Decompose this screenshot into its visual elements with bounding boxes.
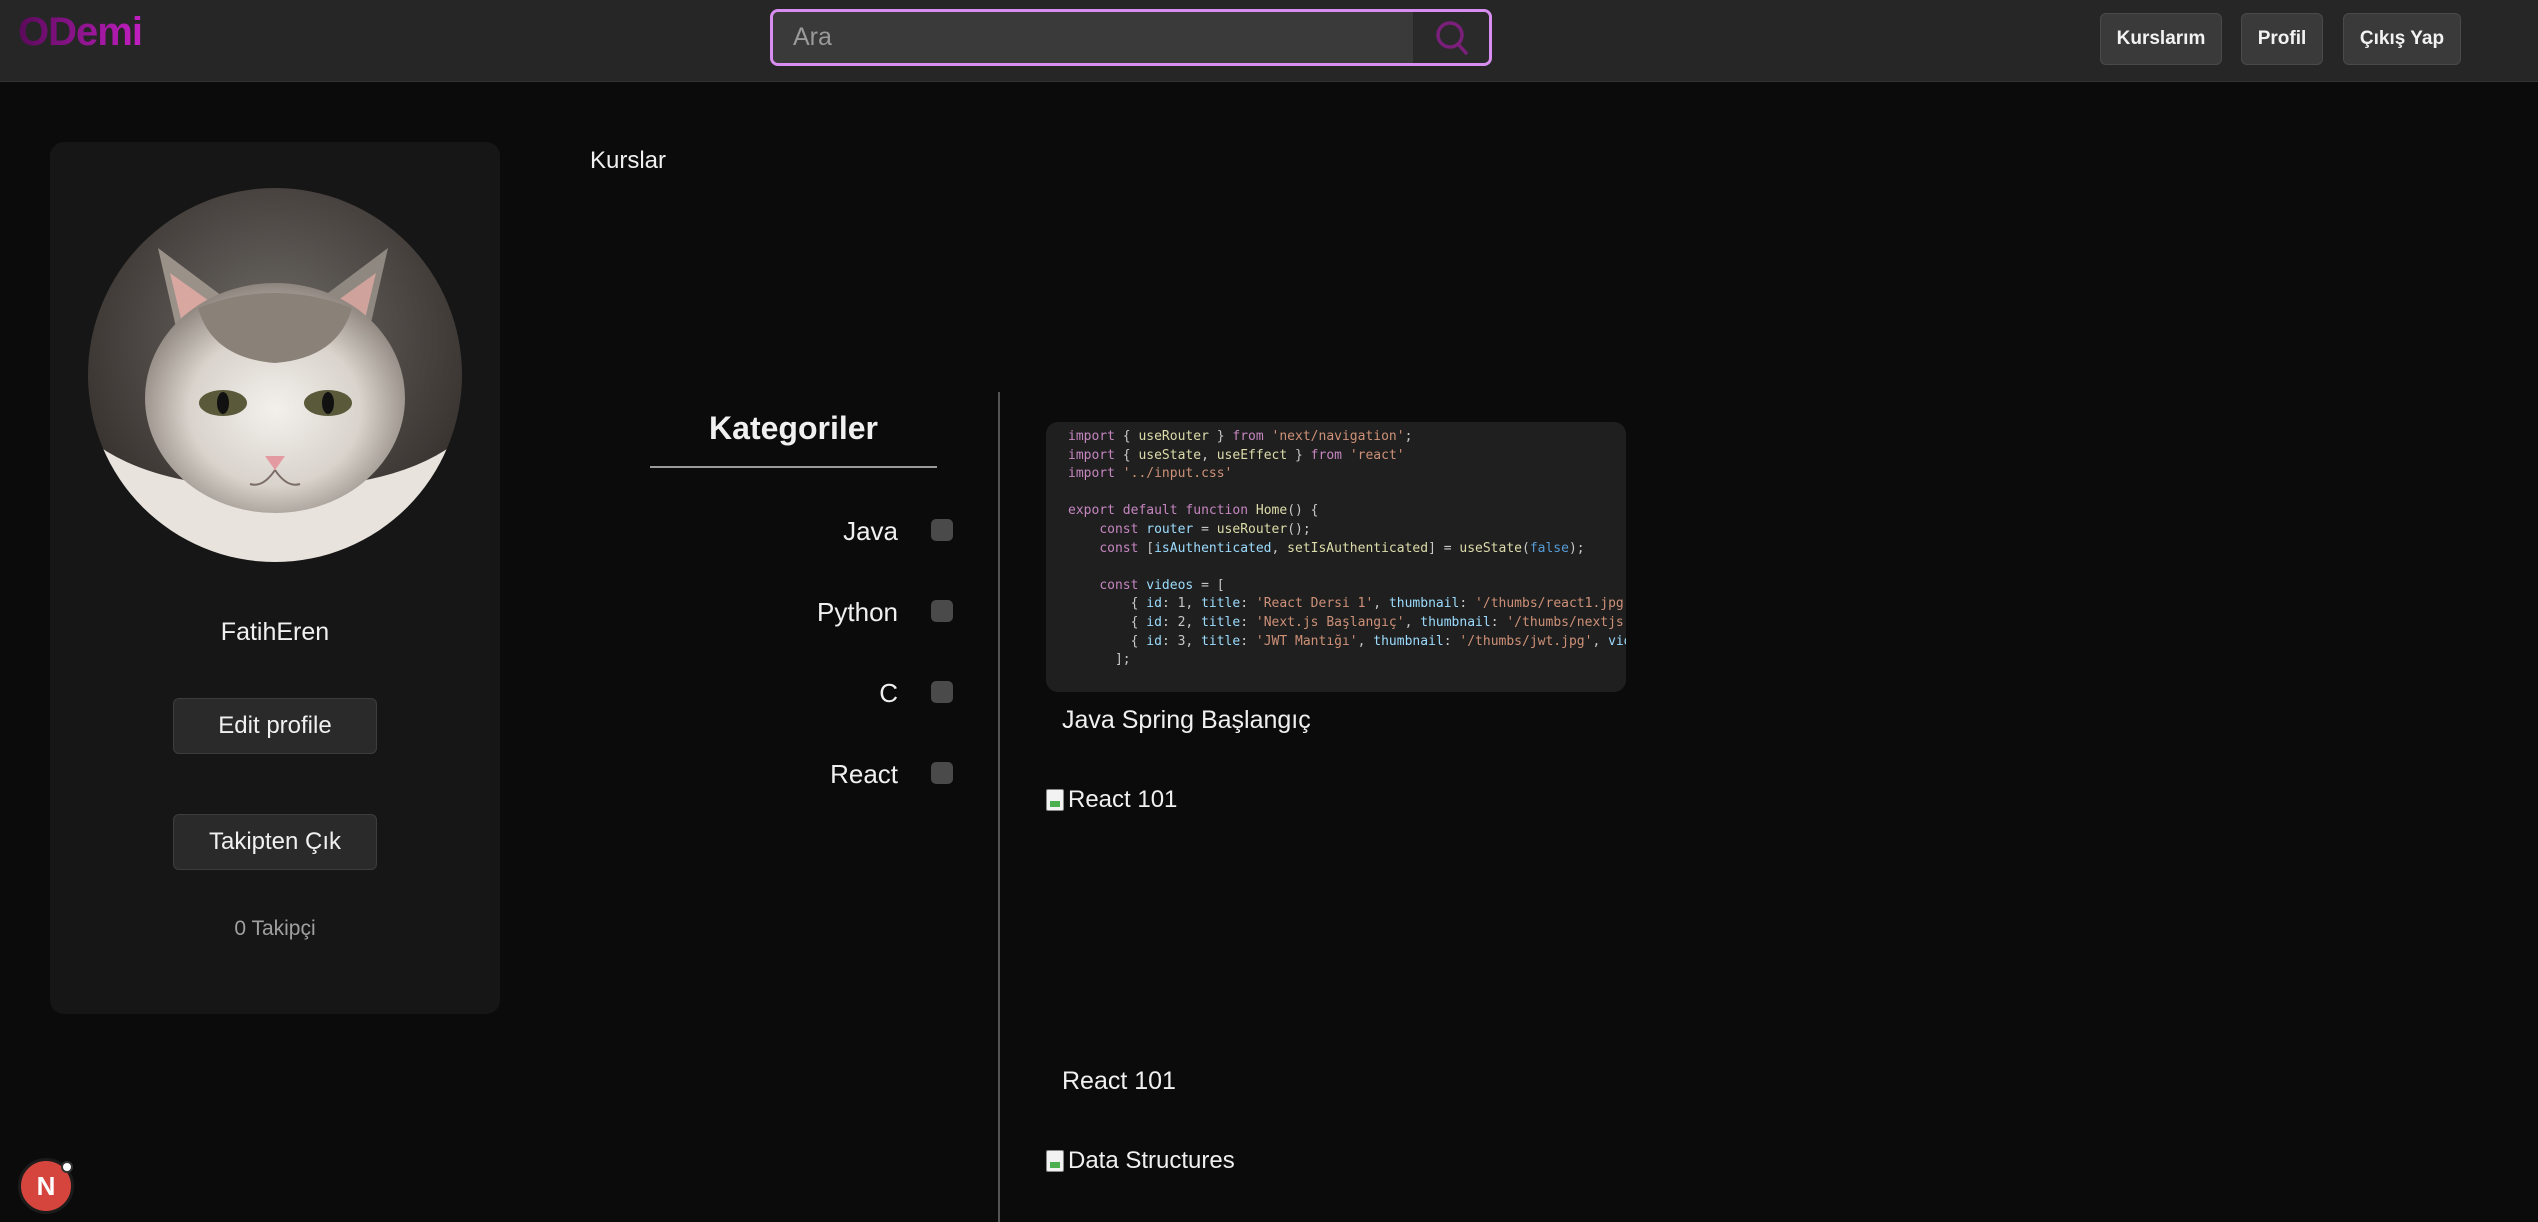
vertical-divider [998, 392, 1000, 1222]
category-checkbox[interactable] [931, 600, 953, 622]
nav-my-courses-button[interactable]: Kurslarım [2100, 13, 2222, 65]
site-logo[interactable]: ODemi [18, 10, 143, 55]
categories-title: Kategoriler [709, 410, 878, 446]
category-checkbox[interactable] [931, 762, 953, 784]
broken-image-icon [1046, 789, 1064, 811]
categories-divider [650, 466, 937, 468]
category-label: Python [817, 597, 898, 627]
course-thumbnail[interactable]: import { useRouter } from 'next/navigati… [1046, 422, 1626, 692]
category-react[interactable]: React [650, 755, 953, 795]
code-line: { id: 3, title: 'JWT Mantığı', thumbnail… [1068, 633, 1626, 649]
course-thumbnail-alt: Data Structures [1068, 1147, 1235, 1174]
search-bar [770, 9, 1492, 66]
category-label: C [879, 678, 898, 708]
course-thumbnail-broken[interactable]: React 101 [1046, 786, 1177, 814]
follower-count: 0 Takipçi [234, 917, 316, 940]
code-line: const [isAuthenticated, setIsAuthenticat… [1099, 540, 1585, 556]
code-line: { id: 1, title: 'React Dersi 1', thumbna… [1068, 596, 1626, 612]
course-thumbnail-alt: React 101 [1068, 786, 1178, 813]
code-line: import { useRouter } from 'next/navigati… [1068, 429, 1413, 444]
course-title[interactable]: React 101 [1062, 1067, 1176, 1096]
broken-image-icon [1046, 1150, 1064, 1172]
search-icon [1436, 20, 1468, 55]
unfollow-button[interactable]: Takipten Çık [173, 814, 377, 870]
code-line: export default function Home() { [1068, 503, 1319, 519]
code-line: import { useState, useEffect } from 'rea… [1068, 447, 1405, 463]
edit-profile-button[interactable]: Edit profile [173, 698, 377, 754]
course-thumbnail-broken[interactable]: Data Structures [1046, 1147, 1235, 1175]
category-checkbox[interactable] [931, 681, 953, 703]
category-label: Java [843, 516, 898, 546]
category-java[interactable]: Java [650, 512, 953, 552]
category-c[interactable]: C [650, 674, 953, 714]
cat-photo [88, 188, 462, 562]
avatar [88, 188, 462, 562]
profile-card: FatihEren Edit profile Takipten Çık 0 Ta… [50, 142, 500, 1014]
code-line: const videos = [ [1099, 577, 1225, 593]
search-button[interactable] [1413, 12, 1489, 63]
category-python[interactable]: Python [650, 593, 953, 633]
category-label: React [830, 759, 898, 789]
code-line: ]; [1068, 652, 1131, 668]
notification-dot [61, 1161, 73, 1173]
category-checkbox[interactable] [931, 519, 953, 541]
nav-profile-button[interactable]: Profil [2241, 13, 2323, 65]
code-line: const router = useRouter(); [1099, 521, 1311, 537]
courses-section-title: Kurslar [590, 147, 667, 174]
top-navbar: ODemi Kurslarım Profil Çıkış Yap [0, 0, 2538, 82]
course-title[interactable]: Java Spring Başlangıç [1062, 706, 1311, 735]
profile-username: FatihEren [220, 618, 330, 646]
nav-logout-button[interactable]: Çıkış Yap [2343, 13, 2461, 65]
code-line: { id: 2, title: 'Next.js Başlangıç', thu… [1068, 614, 1626, 630]
search-input[interactable] [773, 12, 1413, 63]
code-line: import '../input.css' [1068, 466, 1233, 482]
